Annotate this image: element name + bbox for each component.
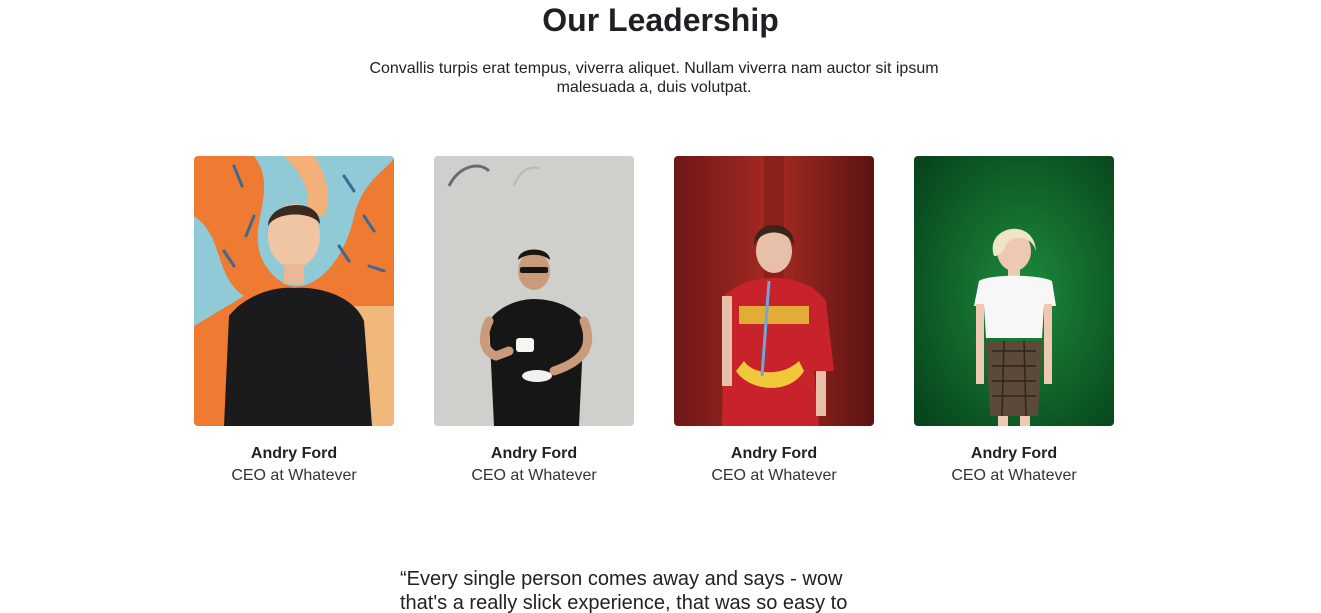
photo-woman-green-wall [914, 156, 1114, 426]
team-member-role: CEO at Whatever [951, 467, 1077, 484]
team-member-name: Andry Ford [250, 445, 338, 462]
team-member-name: Andry Ford [730, 445, 818, 462]
team-member-role: CEO at Whatever [471, 467, 597, 484]
team-member-role: CEO at Whatever [711, 467, 837, 484]
team-member-photo [914, 156, 1114, 426]
team-member-name: Andry Ford [490, 445, 578, 462]
photo-man-orange-mural [194, 156, 394, 426]
team-card: Andry Ford CEO at Whatever [434, 156, 634, 486]
section-title: Our Leadership [542, 2, 779, 38]
section-subtitle: Convallis turpis erat tempus, viverra al… [369, 60, 939, 96]
team-member-photo [194, 156, 394, 426]
photo-man-coffee-concrete [434, 156, 634, 426]
team-member-photo [434, 156, 634, 426]
team-card: Andry Ford CEO at Whatever [914, 156, 1114, 486]
team-card: Andry Ford CEO at Whatever [674, 156, 874, 486]
photo-woman-red-wall [674, 156, 874, 426]
leadership-section: Our Leadership Convallis turpis erat tem… [0, 0, 1321, 613]
testimonial-quote: “Every single person comes away and says… [400, 568, 848, 613]
team-member-name: Andry Ford [970, 445, 1058, 462]
team-grid: Andry Ford CEO at Whatever Andry Ford CE… [194, 156, 1114, 486]
team-card: Andry Ford CEO at Whatever [194, 156, 394, 486]
team-member-photo [674, 156, 874, 426]
team-member-role: CEO at Whatever [231, 467, 357, 484]
